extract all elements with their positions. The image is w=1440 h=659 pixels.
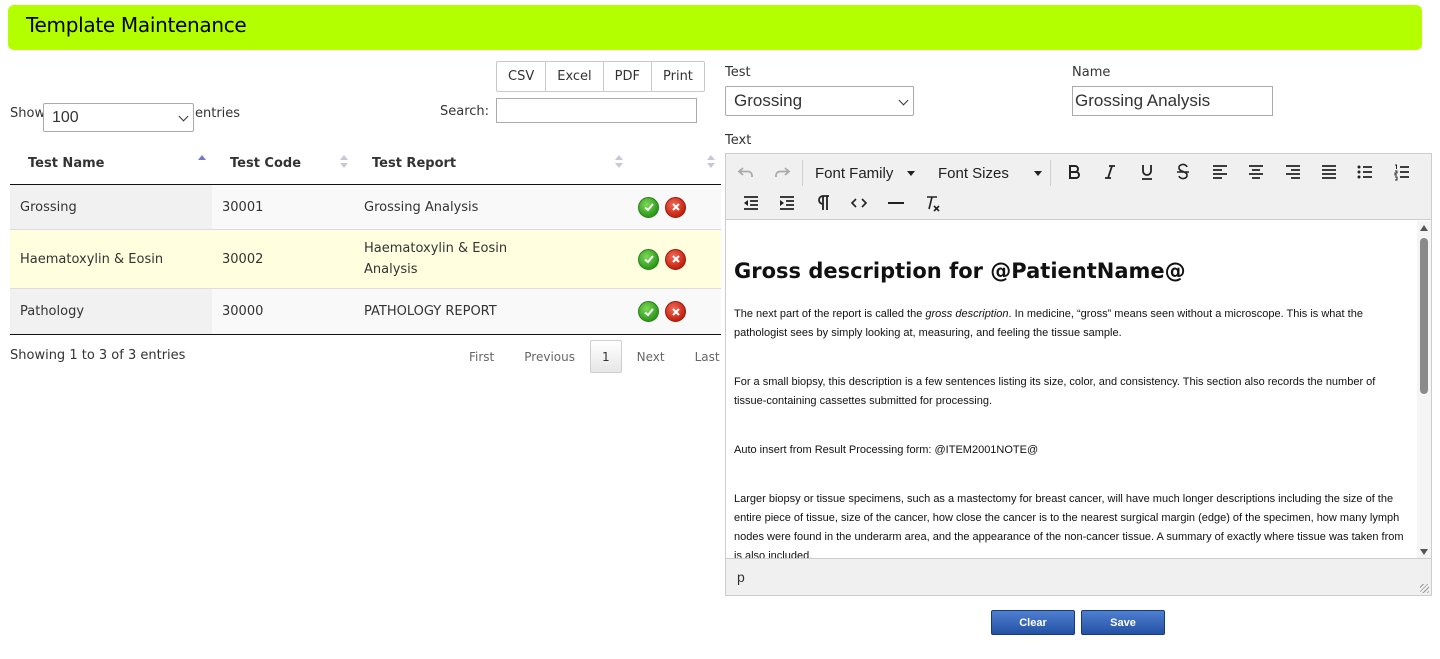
cell-test-report: PATHOLOGY REPORT — [364, 304, 497, 319]
chevron-down-icon — [178, 111, 189, 122]
entries-label: entries — [195, 106, 241, 121]
search-input[interactable] — [496, 98, 697, 123]
sort-icon[interactable] — [615, 155, 623, 169]
name-input[interactable]: Grossing Analysis — [1072, 86, 1273, 116]
editor-content[interactable]: Gross description for @PatientName@ The … — [726, 221, 1418, 559]
pagination-next[interactable]: Next — [622, 340, 680, 373]
delete-x-icon[interactable] — [665, 248, 686, 270]
col-header-test-name[interactable]: Test Name — [28, 156, 104, 171]
cell-test-code: 30001 — [222, 199, 264, 215]
excel-button[interactable]: Excel — [545, 61, 604, 92]
rich-text-editor: Font Family Font Sizes Gross description… — [725, 153, 1432, 596]
indent-icon[interactable] — [772, 189, 802, 217]
test-label: Test — [725, 65, 751, 80]
row-actions — [638, 289, 686, 334]
test-select-value: Grossing — [734, 91, 803, 110]
search-label: Search: — [440, 104, 490, 119]
pagination-previous[interactable]: Previous — [509, 340, 590, 373]
templates-table: Test Name Test Code Test Report Grossing… — [10, 143, 721, 335]
content-paragraph: For a small biopsy, this description is … — [734, 376, 1376, 407]
paragraph-icon[interactable] — [808, 189, 838, 217]
undo-icon[interactable] — [731, 158, 761, 186]
content-heading: Gross description for @PatientName@ — [734, 259, 1186, 283]
row-actions — [638, 230, 686, 288]
csv-button[interactable]: CSV — [496, 61, 547, 92]
col-header-test-report[interactable]: Test Report — [372, 156, 456, 171]
select-check-icon[interactable] — [638, 301, 659, 322]
scrollbar-thumb[interactable] — [1420, 238, 1428, 394]
cell-test-code: 30000 — [222, 304, 264, 319]
underline-icon[interactable] — [1132, 158, 1162, 186]
name-label: Name — [1072, 65, 1111, 80]
table-row[interactable]: Pathology 30000 PATHOLOGY REPORT — [10, 289, 721, 335]
clear-formatting-icon[interactable] — [917, 189, 947, 217]
table-info: Showing 1 to 3 of 3 entries — [10, 348, 186, 363]
save-button[interactable]: Save — [1081, 610, 1165, 635]
font-family-label: Font Family — [815, 164, 894, 182]
sort-icon[interactable] — [340, 155, 348, 169]
bullet-list-icon[interactable] — [1350, 158, 1380, 186]
italic-icon[interactable] — [1095, 158, 1125, 186]
element-path[interactable]: p — [737, 569, 745, 585]
outdent-icon[interactable] — [736, 189, 766, 217]
title-bar: Template Maintenance — [8, 5, 1422, 50]
entries-select-value: 100 — [52, 109, 79, 126]
editor-toolbar: Font Family Font Sizes — [726, 154, 1431, 220]
horizontal-rule-icon[interactable] — [881, 189, 911, 217]
align-left-icon[interactable] — [1205, 158, 1235, 186]
font-sizes-dropdown[interactable]: Font Sizes — [938, 159, 1042, 187]
font-family-dropdown[interactable]: Font Family — [815, 159, 916, 187]
pagination-first[interactable]: First — [454, 340, 509, 373]
test-select[interactable]: Grossing — [725, 86, 914, 116]
table-header: Test Name Test Code Test Report — [10, 143, 721, 185]
cell-test-report: Haematoxylin & Eosin Analysis — [364, 241, 508, 277]
numbered-list-icon[interactable] — [1387, 158, 1417, 186]
page-title: Template Maintenance — [26, 13, 247, 37]
delete-x-icon[interactable] — [665, 196, 686, 218]
cell-test-name: Haematoxylin & Eosin — [10, 230, 212, 288]
strikethrough-icon[interactable] — [1168, 158, 1198, 186]
editor-statusbar: p — [726, 558, 1431, 595]
resize-handle-icon[interactable] — [1420, 584, 1429, 593]
cell-test-name: Grossing — [10, 185, 212, 229]
table-row[interactable]: Haematoxylin & Eosin 30002 Haematoxylin … — [10, 230, 721, 289]
editor-scrollbar[interactable] — [1417, 221, 1431, 559]
code-view-icon[interactable] — [844, 189, 874, 217]
delete-x-icon[interactable] — [665, 301, 686, 322]
redo-icon[interactable] — [767, 158, 797, 186]
cell-test-code: 30002 — [222, 251, 264, 267]
pagination-page-1[interactable]: 1 — [589, 340, 622, 373]
clear-button[interactable]: Clear — [991, 610, 1075, 635]
row-actions — [638, 185, 686, 229]
toolbar-separator — [802, 160, 803, 186]
scroll-down-icon[interactable] — [1420, 549, 1428, 555]
chevron-down-icon — [898, 95, 909, 106]
select-check-icon[interactable] — [638, 248, 659, 270]
select-check-icon[interactable] — [638, 196, 659, 218]
col-header-test-code[interactable]: Test Code — [230, 156, 301, 171]
export-button-group: CSV Excel PDF Print — [496, 61, 705, 92]
sort-asc-icon[interactable] — [198, 155, 206, 169]
table-row[interactable]: Grossing 30001 Grossing Analysis — [10, 185, 721, 230]
font-sizes-label: Font Sizes — [938, 164, 1009, 182]
pagination: First Previous 1 Next Last — [454, 340, 735, 373]
content-paragraph: Larger biopsy or tissue specimens, such … — [734, 493, 1404, 559]
text-label: Text — [725, 133, 752, 148]
sort-icon[interactable] — [707, 155, 715, 169]
scroll-up-icon[interactable] — [1420, 225, 1428, 231]
entries-select[interactable]: 100 — [43, 103, 194, 132]
toolbar-separator — [1050, 160, 1051, 186]
print-button[interactable]: Print — [651, 61, 705, 92]
cell-test-name: Pathology — [10, 289, 212, 334]
content-paragraph: The next part of the report is called th… — [734, 308, 1363, 339]
show-label: Show — [10, 106, 46, 121]
align-right-icon[interactable] — [1278, 158, 1308, 186]
align-center-icon[interactable] — [1241, 158, 1271, 186]
pdf-button[interactable]: PDF — [602, 61, 652, 92]
content-paragraph: Auto insert from Result Processing form:… — [734, 444, 1039, 456]
bold-icon[interactable] — [1059, 158, 1089, 186]
align-justify-icon[interactable] — [1314, 158, 1344, 186]
cell-test-report: Grossing Analysis — [364, 199, 479, 215]
